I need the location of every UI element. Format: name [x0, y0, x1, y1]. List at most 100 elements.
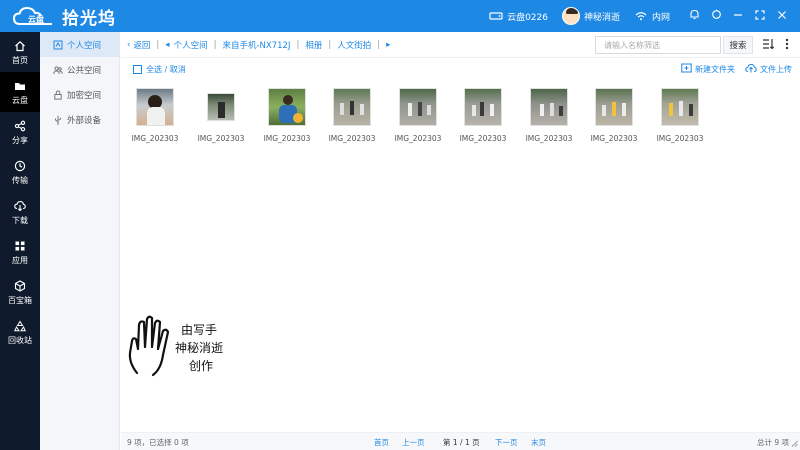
nav-label: 回收站: [8, 335, 32, 345]
resize-grip-icon[interactable]: [791, 440, 798, 449]
nav-item-toolbox[interactable]: 百宝箱: [0, 272, 40, 312]
cloud-logo-icon: 云盘: [12, 5, 56, 27]
recycle-icon: [13, 319, 27, 333]
file-item[interactable]: IMG_202303: [191, 88, 251, 143]
file-name: IMG_202303: [328, 134, 376, 143]
first-page-link[interactable]: 首页: [374, 433, 389, 450]
nav-label: 分享: [12, 135, 28, 145]
sidebar-item-external[interactable]: 外部设备: [40, 107, 119, 132]
divider: |: [377, 39, 381, 50]
left-nav: 首页 云盘 分享 传输 下载 应用 百宝箱 回收站: [0, 32, 40, 450]
photo-thumbnail: [661, 88, 699, 126]
triangle-left-icon[interactable]: ◂: [165, 40, 169, 50]
maximize-icon: [755, 9, 765, 23]
title-bar: 云盘 拾光坞 云盘0226 神秘消逝 内网: [0, 0, 800, 32]
maximize-button[interactable]: [750, 6, 770, 26]
nav-item-recycle[interactable]: 回收站: [0, 312, 40, 352]
author-watermark: 由写手 神秘消逝 创作: [125, 315, 245, 379]
back-link[interactable]: ‹ 返回: [127, 39, 150, 51]
logo-badge: 云盘: [28, 15, 44, 24]
share-icon: [13, 119, 27, 133]
apps-icon: [13, 239, 27, 253]
divider: |: [213, 39, 217, 50]
nav-item-cloud[interactable]: 云盘: [0, 72, 40, 112]
page-indicator: 第 1 / 1 页: [443, 437, 480, 447]
settings-button[interactable]: [706, 6, 726, 26]
file-item[interactable]: IMG_202303: [453, 88, 513, 143]
sidebar-item-personal[interactable]: 个人空间: [40, 32, 119, 57]
photo-thumbnail: [136, 88, 174, 126]
file-item[interactable]: IMG_202303: [650, 88, 710, 143]
breadcrumb-item[interactable]: 个人空间: [174, 39, 208, 51]
photo-thumbnail: [595, 88, 633, 126]
nav-label: 首页: [12, 55, 28, 65]
breadcrumb-item[interactable]: 人文街拍: [337, 39, 371, 51]
search-input[interactable]: 请输入名称筛选: [595, 36, 721, 54]
file-toolbar: 全选 / 取消 新建文件夹 文件上传: [121, 58, 800, 80]
sidebar-item-label: 外部设备: [67, 115, 102, 126]
nav-label: 应用: [12, 255, 28, 265]
personal-space-icon: [52, 39, 63, 50]
file-name: IMG_202303: [459, 134, 507, 143]
divider: |: [296, 39, 300, 50]
notification-button[interactable]: [684, 6, 704, 26]
breadcrumb-item[interactable]: 来自手机-NX712J: [222, 39, 290, 51]
nav-item-apps[interactable]: 应用: [0, 232, 40, 272]
photo-thumbnail: [333, 88, 371, 126]
app-logo: 云盘 拾光坞: [12, 4, 116, 29]
search-button[interactable]: 搜索: [723, 36, 753, 54]
nav-label: 云盘: [12, 95, 28, 105]
file-name: IMG_202303: [590, 134, 638, 143]
network-label: 内网: [651, 12, 670, 23]
nav-label: 百宝箱: [8, 295, 32, 305]
divider: |: [328, 39, 332, 50]
disk-icon: [489, 9, 503, 23]
sort-view-button[interactable]: [761, 37, 775, 53]
sidebar-item-label: 个人空间: [67, 40, 102, 51]
network-status[interactable]: 内网: [634, 9, 670, 23]
username: 神秘消逝: [583, 12, 620, 23]
photo-thumbnail: [464, 88, 502, 126]
close-button[interactable]: [772, 6, 792, 26]
new-folder-button[interactable]: 新建文件夹: [681, 58, 735, 80]
wifi-icon: [634, 9, 648, 23]
toolbox-icon: [13, 279, 27, 293]
select-all-toggle[interactable]: 全选 / 取消: [133, 64, 186, 75]
photo-thumbnail: [530, 88, 568, 126]
folder-icon: [13, 79, 27, 93]
last-page-link[interactable]: 末页: [531, 433, 546, 450]
nav-item-share[interactable]: 分享: [0, 112, 40, 152]
device-selector[interactable]: 云盘0226: [489, 9, 548, 23]
next-page-link[interactable]: 下一页: [495, 433, 518, 450]
file-item[interactable]: IMG_202303: [519, 88, 579, 143]
sidebar-item-public[interactable]: 公共空间: [40, 57, 119, 82]
nav-item-transfer[interactable]: 传输: [0, 152, 40, 192]
hand-four-icon: [128, 315, 170, 377]
nav-item-download[interactable]: 下载: [0, 192, 40, 232]
nav-label: 下载: [12, 215, 28, 225]
more-button[interactable]: [781, 37, 793, 53]
triangle-right-icon[interactable]: ▸: [386, 40, 390, 50]
back-label: 返回: [133, 40, 151, 51]
lock-icon: [52, 89, 63, 100]
user-menu[interactable]: 神秘消逝: [561, 7, 620, 25]
photo-thumbnail: [207, 93, 235, 121]
prev-page-link[interactable]: 上一页: [402, 433, 425, 450]
file-item[interactable]: IMG_202303: [322, 88, 382, 143]
transfer-icon: [13, 159, 27, 173]
watermark-line: 创作: [189, 359, 214, 373]
sidebar-item-encrypted[interactable]: 加密空间: [40, 82, 119, 107]
nav-item-home[interactable]: 首页: [0, 32, 40, 72]
file-item[interactable]: IMG_202303: [388, 88, 448, 143]
upload-button[interactable]: 文件上传: [745, 58, 792, 80]
file-name: IMG_202303: [394, 134, 442, 143]
file-item[interactable]: IMG_202303: [584, 88, 644, 143]
file-item[interactable]: IMG_202303: [125, 88, 185, 143]
file-name: IMG_202303: [131, 134, 179, 143]
divider: |: [156, 39, 160, 50]
file-item[interactable]: IMG_202303: [257, 88, 317, 143]
breadcrumb-item[interactable]: 相册: [305, 39, 322, 51]
watermark-line: 由写手: [181, 323, 218, 337]
minimize-button[interactable]: [728, 6, 748, 26]
close-icon: [777, 10, 787, 23]
